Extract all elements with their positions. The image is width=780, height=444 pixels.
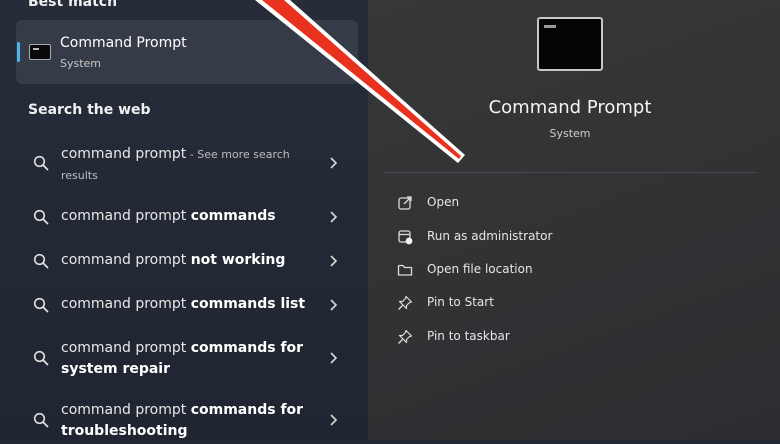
chevron-right-icon	[330, 157, 338, 169]
action-open-file-location[interactable]: Open file location	[395, 258, 695, 282]
action-label: Open	[427, 195, 460, 209]
search-icon	[33, 155, 49, 171]
best-match-header: Best match	[28, 0, 118, 10]
web-result-item[interactable]: command prompt commands for system repai…	[0, 336, 368, 382]
pin-icon	[398, 329, 413, 344]
web-result-text: command prompt not working	[61, 252, 286, 268]
search-icon	[33, 209, 49, 225]
folder-icon	[397, 264, 413, 276]
open-icon	[398, 196, 412, 210]
divider	[384, 172, 756, 173]
preview-subtitle: System	[549, 127, 591, 140]
chevron-right-icon	[330, 299, 338, 311]
web-result-text: command prompt commands list	[61, 296, 306, 312]
chevron-right-icon	[330, 255, 338, 267]
chevron-right-icon	[330, 352, 338, 364]
pin-icon	[398, 295, 413, 310]
search-icon	[33, 350, 49, 366]
action-run-as-administrator[interactable]: Run as administrator	[395, 225, 695, 249]
web-result-text: command prompt - See more search results	[61, 146, 290, 182]
command-prompt-icon	[29, 44, 51, 60]
action-pin-to-taskbar[interactable]: Pin to taskbar	[395, 325, 695, 349]
shield-icon	[398, 230, 413, 245]
preview-title: Command Prompt	[488, 97, 652, 118]
best-match-result[interactable]: Command Prompt System	[16, 20, 358, 84]
web-result-text: command prompt commands	[61, 208, 276, 224]
action-pin-to-start[interactable]: Pin to Start	[395, 291, 695, 315]
best-match-title: Command Prompt	[60, 35, 187, 51]
results-pane: Best match Command Prompt System Search …	[0, 0, 368, 440]
web-result-item[interactable]: command prompt commands for troubleshoot…	[0, 398, 368, 444]
action-label: Pin to Start	[427, 295, 494, 309]
action-open[interactable]: Open	[395, 191, 695, 215]
web-result-text: command prompt commands for troubleshoot…	[61, 402, 304, 439]
chevron-right-icon	[330, 414, 338, 426]
search-web-header: Search the web	[28, 102, 151, 118]
web-result-text: command prompt commands for system repai…	[61, 340, 304, 377]
web-result-item[interactable]: command prompt commands	[0, 204, 368, 230]
best-match-subtitle: System	[60, 57, 102, 70]
search-icon	[33, 253, 49, 269]
selection-indicator	[17, 42, 20, 62]
web-result-item[interactable]: command prompt - See more search results	[0, 140, 368, 184]
search-icon	[33, 297, 49, 313]
action-label: Run as administrator	[427, 229, 553, 243]
action-label: Open file location	[427, 262, 533, 276]
web-result-item[interactable]: command prompt not working	[0, 248, 368, 274]
action-label: Pin to taskbar	[427, 329, 510, 343]
chevron-right-icon	[330, 211, 338, 223]
search-icon	[33, 412, 49, 428]
web-result-item[interactable]: command prompt commands list	[0, 292, 368, 318]
command-prompt-large-icon	[537, 17, 603, 71]
